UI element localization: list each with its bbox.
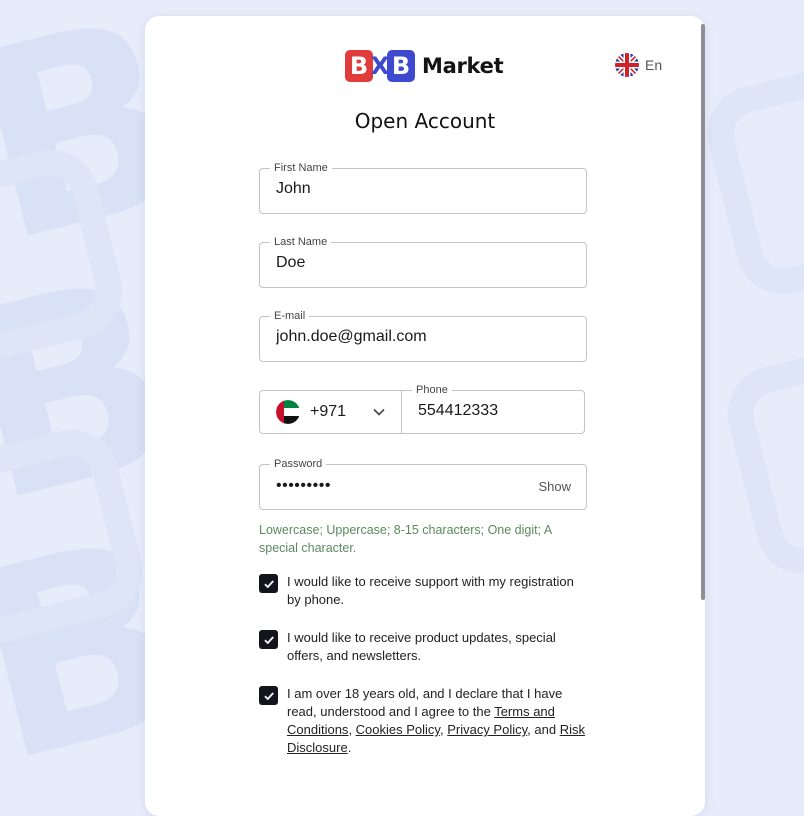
sentence-end: . <box>347 740 352 755</box>
password-label: Password <box>270 458 327 470</box>
consent-newsletter-row: I would like to receive product updates,… <box>259 629 589 665</box>
checkmark-icon <box>263 635 274 644</box>
last-name-field[interactable]: Last Name <box>259 236 587 288</box>
last-name-label: Last Name <box>270 236 332 248</box>
privacy-policy-link[interactable]: Privacy Policy <box>447 722 527 737</box>
phone-field-group: +971 Phone <box>259 384 585 434</box>
phone-input[interactable] <box>418 402 568 420</box>
language-selector[interactable]: En <box>615 53 662 77</box>
country-code-select[interactable]: +971 <box>259 390 401 434</box>
country-code-text: +971 <box>310 403 347 420</box>
last-name-input[interactable] <box>276 254 536 272</box>
email-field[interactable]: E-mail <box>259 310 587 362</box>
checkmark-icon <box>263 691 274 700</box>
consent-age-terms-row: I am over 18 years old, and I declare th… <box>259 685 589 757</box>
consent-newsletter-text: I would like to receive product updates,… <box>287 630 556 663</box>
chevron-down-icon <box>373 408 385 416</box>
phone-label: Phone <box>412 384 452 396</box>
scrollbar[interactable] <box>701 24 705 600</box>
consent-newsletter-checkbox[interactable] <box>259 630 278 649</box>
logo-letter-x: X <box>370 52 390 80</box>
separator: , <box>348 722 356 737</box>
cookies-policy-link[interactable]: Cookies Policy <box>356 722 440 737</box>
logo-mark: B X B <box>345 50 415 82</box>
consent-support-row: I would like to receive support with my … <box>259 573 589 609</box>
first-name-field[interactable]: First Name <box>259 162 587 214</box>
consent-support-text: I would like to receive support with my … <box>287 574 574 607</box>
password-requirements: Lowercase; Uppercase; 8-15 characters; O… <box>259 523 552 555</box>
language-label: En <box>645 57 663 73</box>
first-name-label: First Name <box>270 162 332 174</box>
brand-logo[interactable]: B X B Market <box>345 48 504 84</box>
uk-flag-icon <box>615 53 639 77</box>
email-input[interactable] <box>276 328 536 346</box>
logo-text: Market <box>422 54 504 78</box>
separator: , and <box>527 722 560 737</box>
logo-letter-blue: B <box>387 50 415 82</box>
page-title: Open Account <box>354 109 496 133</box>
logo-letter-red: B <box>345 50 373 82</box>
consent-age-terms-text: I am over 18 years old, and I declare th… <box>287 685 587 757</box>
uae-flag-icon <box>276 400 300 424</box>
show-password-button[interactable]: Show <box>538 479 571 494</box>
registration-card: B X B Market En Open Account First Name … <box>145 16 705 816</box>
first-name-input[interactable] <box>276 180 536 198</box>
phone-number-field[interactable]: Phone <box>401 384 585 434</box>
email-label: E-mail <box>270 310 310 322</box>
password-field[interactable]: Password ••••••••• Show <box>259 458 587 510</box>
consent-support-checkbox[interactable] <box>259 574 278 593</box>
consent-age-terms-checkbox[interactable] <box>259 686 278 705</box>
checkmark-icon <box>263 579 274 588</box>
password-input[interactable]: ••••••••• <box>276 477 536 495</box>
